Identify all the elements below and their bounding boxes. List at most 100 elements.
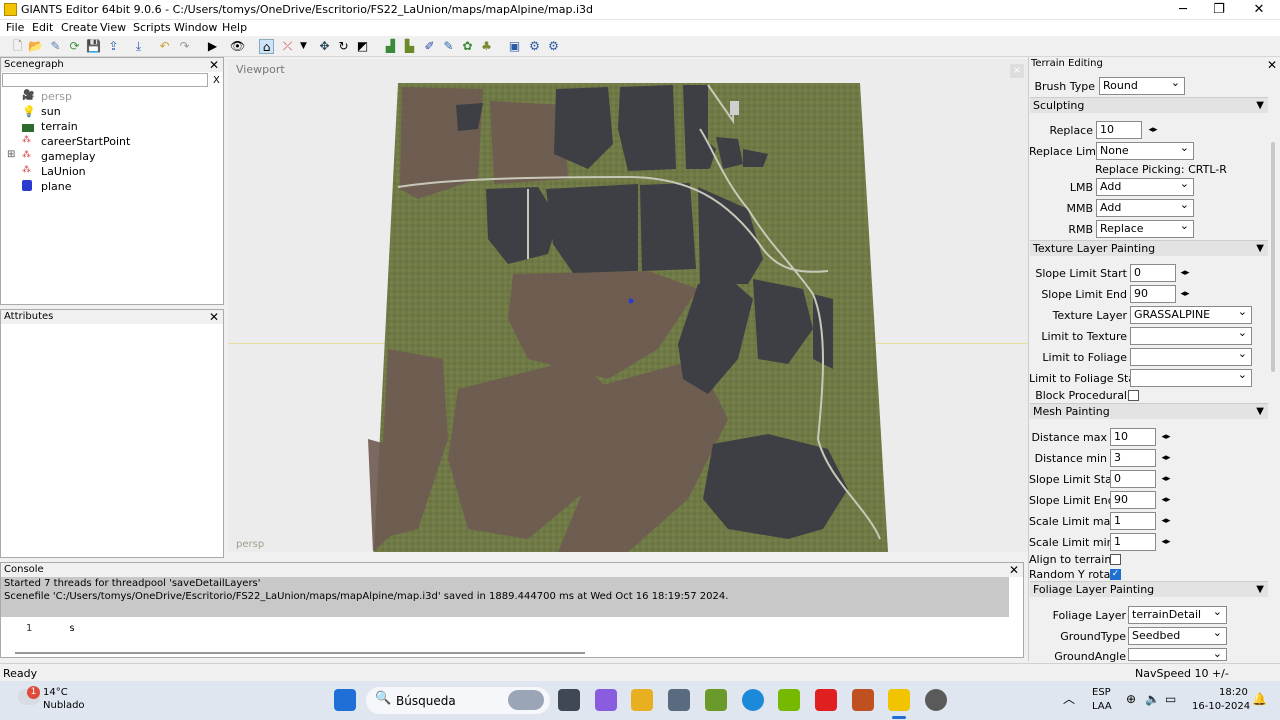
windows-start-icon[interactable] xyxy=(334,689,356,711)
giants-editor-icon[interactable] xyxy=(888,689,910,711)
menu-window[interactable]: Window xyxy=(174,21,217,34)
gear-icon[interactable]: ⚙ xyxy=(546,39,561,54)
groundtype-select[interactable]: Seedbed xyxy=(1128,627,1227,645)
scenegraph-filter-input[interactable] xyxy=(2,73,208,87)
foliage-layer-select[interactable]: terrainDetail xyxy=(1128,606,1227,624)
menu-create[interactable]: Create xyxy=(61,21,98,34)
close-button[interactable]: ✕ xyxy=(1236,0,1280,20)
mesh-section-header[interactable]: Mesh Painting ▼ xyxy=(1030,403,1268,419)
rotate-icon[interactable]: ↻ xyxy=(336,39,351,54)
clock-time[interactable]: 18:20 xyxy=(1219,687,1248,698)
spin-arrows-icon[interactable]: ◂▸ xyxy=(1177,286,1193,302)
language-layout[interactable]: LAA xyxy=(1092,701,1112,712)
foliage-section-header[interactable]: Foliage Layer Painting ▼ xyxy=(1030,581,1268,597)
volume-icon[interactable]: 🔈 xyxy=(1145,692,1160,706)
select-icon[interactable]: ⌂ xyxy=(259,39,274,54)
spin-arrows-icon[interactable]: ◂▸ xyxy=(1158,429,1174,445)
terrain-paint-icon[interactable]: ▙ xyxy=(402,39,417,54)
limit-foliage-select[interactable] xyxy=(1130,348,1252,366)
move-icon[interactable]: ✥ xyxy=(317,39,332,54)
distance-min-input[interactable]: 3 xyxy=(1110,449,1156,467)
align-terrain-checkbox[interactable] xyxy=(1110,554,1121,565)
texture-section-header[interactable]: Texture Layer Painting ▼ xyxy=(1030,240,1268,256)
scale-max-input[interactable]: 1 xyxy=(1110,512,1156,530)
menu-edit[interactable]: Edit xyxy=(32,21,53,34)
youtube-icon[interactable] xyxy=(815,689,837,711)
slope-start-input[interactable]: 0 xyxy=(1130,264,1176,282)
undo-icon[interactable]: ↶ xyxy=(157,39,172,54)
notification-bell-icon[interactable]: 🔔 xyxy=(1252,692,1267,706)
mesh-paint-icon[interactable]: ✎ xyxy=(441,39,456,54)
tree-icon[interactable]: ♣ xyxy=(479,39,494,54)
import-icon[interactable]: ⤓ xyxy=(131,39,146,54)
viewport[interactable]: Viewport × persp xyxy=(228,59,1028,552)
close-icon[interactable]: ✕ xyxy=(209,59,219,71)
scrollbar[interactable] xyxy=(1271,142,1275,372)
app-icon[interactable] xyxy=(925,689,947,711)
app-icon[interactable] xyxy=(852,689,874,711)
replace-limit-select[interactable]: None xyxy=(1096,142,1194,160)
spin-arrows-icon[interactable]: ◂▸ xyxy=(1158,492,1174,508)
nvidia-icon[interactable] xyxy=(778,689,800,711)
tree-item-careerStartPoint[interactable]: careerStartPoint xyxy=(41,135,130,148)
tree-item-terrain[interactable]: terrain xyxy=(41,120,78,133)
menu-view[interactable]: View xyxy=(100,21,126,34)
lmb-select[interactable]: Add xyxy=(1096,178,1194,196)
limit-texture-select[interactable] xyxy=(1130,327,1252,345)
weather-desc[interactable]: Nublado xyxy=(43,700,85,711)
redo-icon[interactable]: ↷ xyxy=(177,39,192,54)
spin-arrows-icon[interactable]: ◂▸ xyxy=(1158,534,1174,550)
spin-arrows-icon[interactable]: ◂▸ xyxy=(1158,450,1174,466)
copilot-icon[interactable] xyxy=(595,689,617,711)
brush-icon[interactable]: ✐ xyxy=(422,39,437,54)
clear-filter-button[interactable]: X xyxy=(213,75,220,87)
tree-item-LaUnion[interactable]: LaUnion xyxy=(41,165,86,178)
clock-date[interactable]: 16-10-2024 xyxy=(1192,701,1250,712)
settings-icon[interactable]: ⚙ xyxy=(527,39,542,54)
task-view-icon[interactable] xyxy=(558,689,580,711)
console-input[interactable]: s xyxy=(69,623,75,634)
battery-icon[interactable]: ▭ xyxy=(1165,692,1176,706)
open-folder-icon[interactable]: 📂 xyxy=(28,39,43,54)
scale-icon[interactable]: ◩ xyxy=(355,39,370,54)
menu-help[interactable]: Help xyxy=(222,21,247,34)
terrain-sculpt-icon[interactable]: ▟ xyxy=(383,39,398,54)
limit-foliage-state-select[interactable] xyxy=(1130,369,1252,387)
groundangle-select[interactable] xyxy=(1128,648,1227,661)
app-icon[interactable] xyxy=(705,689,727,711)
tree-item-persp[interactable]: persp xyxy=(41,90,72,103)
tree-item-plane[interactable]: plane xyxy=(41,180,72,193)
cube-icon[interactable]: ▣ xyxy=(507,39,522,54)
replace-input[interactable]: 10 xyxy=(1096,121,1142,139)
block-procedural-checkbox[interactable] xyxy=(1128,390,1139,401)
scale-min-input[interactable]: 1 xyxy=(1110,533,1156,551)
texture-layer-select[interactable]: GRASSALPINE xyxy=(1130,306,1252,324)
brush-type-select[interactable]: Round xyxy=(1099,77,1185,95)
scrollbar[interactable] xyxy=(15,652,585,654)
close-icon[interactable]: ✕ xyxy=(1009,564,1019,576)
save-icon[interactable]: 💾 xyxy=(86,39,101,54)
language-code[interactable]: ESP xyxy=(1092,687,1111,698)
chevron-down-icon[interactable]: ▼ xyxy=(296,39,311,54)
mmb-select[interactable]: Add xyxy=(1096,199,1194,217)
spin-arrows-icon[interactable]: ◂▸ xyxy=(1145,122,1161,138)
edit-icon[interactable]: ✎ xyxy=(48,39,63,54)
close-icon[interactable]: ✕ xyxy=(209,311,219,323)
expand-icon[interactable]: ⊞ xyxy=(7,149,15,160)
weather-temp[interactable]: 14°C xyxy=(43,687,68,698)
random-rotate-checkbox[interactable]: ✓ xyxy=(1110,569,1121,580)
tree-item-gameplay[interactable]: gameplay xyxy=(41,150,96,163)
spin-arrows-icon[interactable]: ◂▸ xyxy=(1158,471,1174,487)
mesh-slope-start-input[interactable]: 0 xyxy=(1110,470,1156,488)
no-select-icon[interactable]: ⤫ xyxy=(280,39,295,54)
tree-item-sun[interactable]: sun xyxy=(41,105,61,118)
sculpting-section-header[interactable]: Sculpting ▼ xyxy=(1030,97,1268,113)
network-icon[interactable]: ⊕ xyxy=(1126,692,1136,706)
close-icon[interactable]: ✕ xyxy=(1267,59,1277,71)
spin-arrows-icon[interactable]: ◂▸ xyxy=(1177,265,1193,281)
chevron-up-icon[interactable]: ︿ xyxy=(1063,690,1075,707)
settings-app-icon[interactable] xyxy=(668,689,690,711)
eye-icon[interactable]: 👁 xyxy=(230,39,245,54)
foliage-paint-icon[interactable]: ✿ xyxy=(460,39,475,54)
file-explorer-icon[interactable] xyxy=(631,689,653,711)
